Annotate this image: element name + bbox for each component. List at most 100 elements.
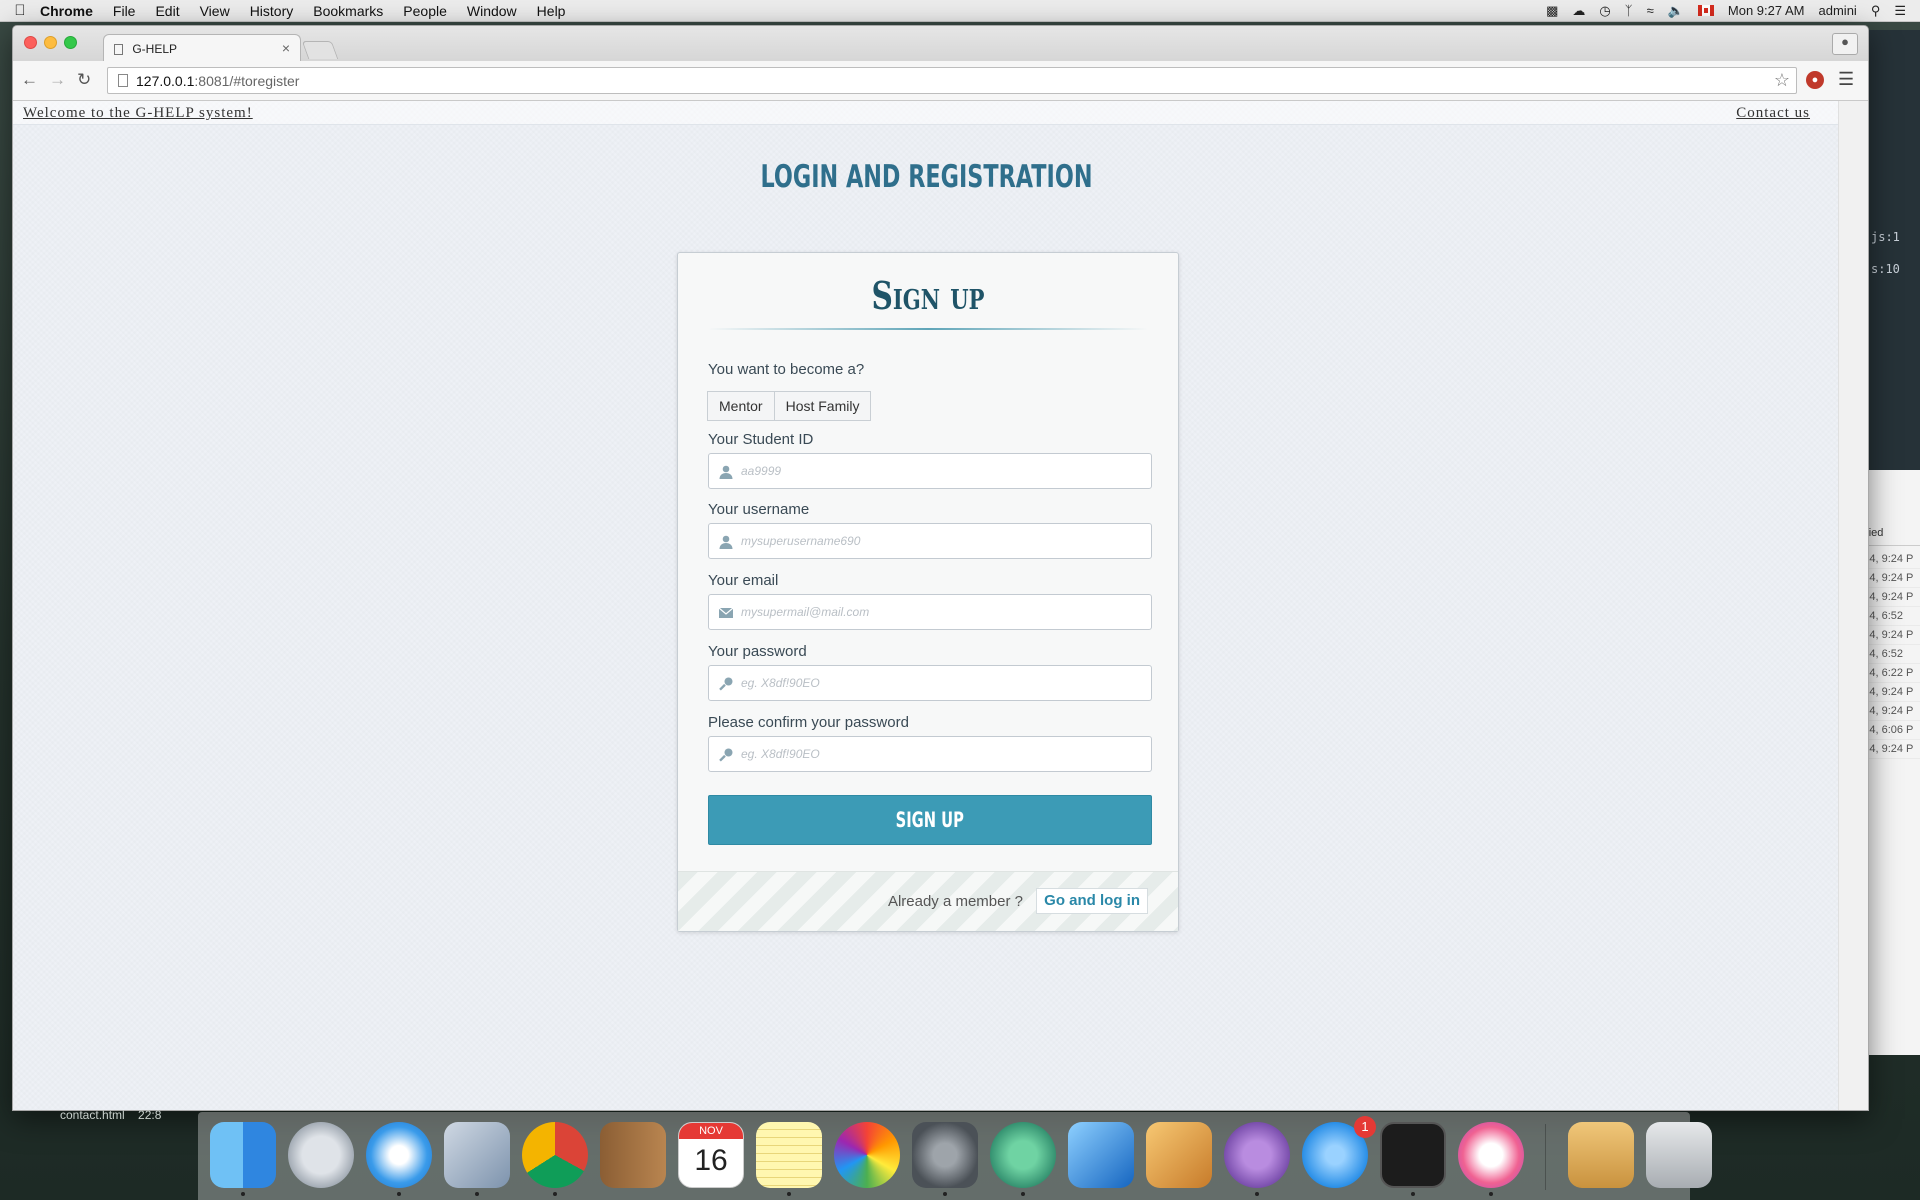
calendar-day: 16 [694,1144,728,1177]
tab-g-help[interactable]: G-HELP × [103,34,301,61]
running-indicator [1255,1192,1259,1196]
downloads-stack-icon[interactable] [1568,1122,1634,1188]
terminal-icon[interactable] [1380,1122,1446,1188]
menu-people[interactable]: People [403,3,447,19]
menu-window[interactable]: Window [467,3,517,19]
signup-submit-button[interactable]: SIGN UP [708,795,1152,845]
dock-separator [1545,1124,1546,1190]
back-arrow-icon[interactable]: ← [21,70,38,90]
address-bar[interactable]: 127.0.0.1:8081/#toregister ☆ [107,67,1797,94]
running-indicator [787,1192,791,1196]
mail-icon [718,607,734,618]
preview-icon[interactable] [1146,1122,1212,1188]
url-host: 127.0.0.1 [136,73,195,89]
running-indicator [475,1192,479,1196]
time-machine-icon[interactable]: ◷ [1599,3,1610,19]
browser-toolbar: ← → ↻ 127.0.0.1:8081/#toregister ☆ ● ☰ [13,61,1868,101]
window-minimize-button[interactable] [44,36,57,49]
page-scrollbar[interactable] [1838,101,1868,1110]
finder-icon[interactable] [210,1122,276,1188]
menu-view[interactable]: View [200,3,230,19]
code-line: s:10 [1871,262,1900,276]
username-field[interactable] [708,523,1152,559]
page-icon [118,74,128,87]
bookmark-star-icon[interactable]: ☆ [1774,70,1790,91]
chrome-menu-icon[interactable]: ☰ [1838,69,1854,90]
window-zoom-button[interactable] [64,36,77,49]
menu-help[interactable]: Help [537,3,566,19]
key-icon [719,677,733,691]
student-id-field[interactable] [708,453,1152,489]
host-family-button[interactable]: Host Family [774,391,872,421]
status-cursor-position: 22:8 [138,1108,162,1122]
notes-icon[interactable] [756,1122,822,1188]
trash-icon[interactable] [1646,1122,1712,1188]
signup-submit-label: SIGN UP [895,808,965,832]
email-label: Your email [708,572,779,589]
running-indicator [241,1192,245,1196]
calendar-icon[interactable]: NOV 16 [678,1122,744,1188]
atom-editor-icon[interactable] [990,1122,1056,1188]
contacts-icon[interactable] [600,1122,666,1188]
email-field[interactable] [708,594,1152,630]
tab-title: G-HELP [132,42,178,56]
go-and-log-in-link[interactable]: Go and log in [1036,888,1148,914]
github-desktop-icon[interactable] [1224,1122,1290,1188]
chrome-app-icon[interactable] [522,1122,588,1188]
apple-menu-icon[interactable]:  [0,2,40,19]
student-id-input[interactable] [741,454,1141,488]
cloud-icon[interactable]: ☁ [1572,3,1585,19]
safari-icon[interactable] [366,1122,432,1188]
page-icon [114,44,123,55]
input-source-flag-icon[interactable] [1697,5,1714,16]
running-indicator [553,1192,557,1196]
signup-card-footer: Already a member ? Go and log in [678,871,1178,931]
password-field[interactable] [708,665,1152,701]
reload-icon[interactable]: ↻ [77,70,91,90]
site-top-bar: Welcome to the G-HELP system! Contact us [13,101,1840,125]
mail-app-icon[interactable] [444,1122,510,1188]
welcome-link[interactable]: Welcome to the G-HELP system! [23,105,253,122]
menu-edit[interactable]: Edit [155,3,179,19]
menu-app-name[interactable]: Chrome [40,3,93,19]
confirm-password-input[interactable] [741,737,1141,771]
itunes-icon[interactable] [1458,1122,1524,1188]
contact-us-link[interactable]: Contact us [1736,105,1810,122]
transmit-icon[interactable] [1068,1122,1134,1188]
spotlight-search-icon[interactable]: ⚲ [1871,3,1881,19]
password-label: Your password [708,643,807,660]
photos-icon[interactable] [834,1122,900,1188]
password-input[interactable] [741,666,1141,700]
forward-arrow-icon[interactable]: → [49,70,66,90]
system-preferences-icon[interactable] [912,1122,978,1188]
mentor-button[interactable]: Mentor [707,391,775,421]
menu-user[interactable]: admini [1819,3,1857,18]
new-tab-button[interactable] [301,41,339,59]
window-close-button[interactable] [24,36,37,49]
launchpad-icon[interactable] [288,1122,354,1188]
notification-center-icon[interactable]: ☰ [1894,3,1906,19]
confirm-password-field[interactable] [708,736,1152,772]
email-input[interactable] [741,595,1141,629]
student-id-label: Your Student ID [708,431,814,448]
display-icon[interactable]: ▩ [1546,3,1558,19]
tab-close-icon[interactable]: × [282,40,290,56]
bluetooth-icon[interactable]: ᛉ [1625,3,1633,18]
running-indicator [397,1192,401,1196]
menu-history[interactable]: History [250,3,294,19]
menu-clock[interactable]: Mon 9:27 AM [1728,3,1805,18]
running-indicator [1021,1192,1025,1196]
menu-bookmarks[interactable]: Bookmarks [313,3,383,19]
wifi-icon[interactable]: ≈ [1647,3,1654,18]
dock: NOV 16 1 [198,1112,1712,1200]
running-indicator [1411,1192,1415,1196]
user-icon [719,465,733,479]
extension-icon[interactable]: ● [1806,71,1824,89]
calendar-month: NOV [679,1123,743,1139]
heading-divider [708,328,1148,330]
role-question-label: You want to become a? [708,361,865,378]
volume-icon[interactable]: 🔈 [1668,3,1684,19]
profile-icon[interactable]: ● [1832,33,1858,55]
username-input[interactable] [741,524,1141,558]
menu-file[interactable]: File [113,3,136,19]
